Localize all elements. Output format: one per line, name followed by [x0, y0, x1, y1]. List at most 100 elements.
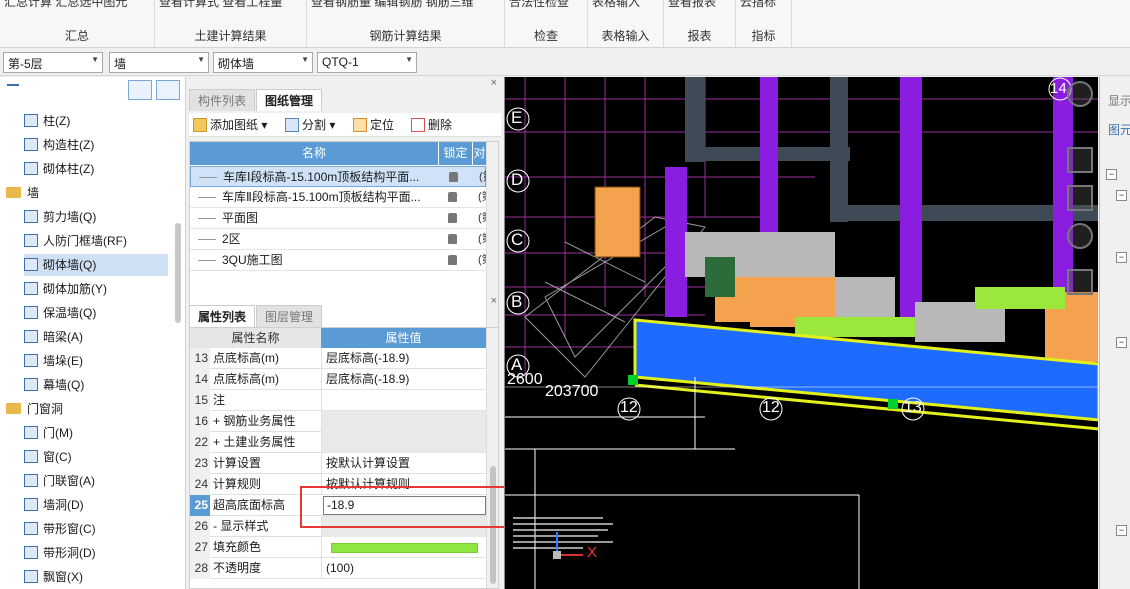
column-header-name[interactable]: 名称	[190, 142, 439, 165]
column-header-lock[interactable]: 锁定	[439, 142, 473, 165]
tree-item[interactable]: 门联窗(A)	[24, 470, 168, 492]
rotate-icon[interactable]	[1067, 223, 1093, 249]
split-button[interactable]: 分割 ▾	[285, 116, 335, 134]
property-value[interactable]: 按默认计算设置	[321, 453, 486, 474]
tree-item[interactable]: 幕墙(Q)	[24, 374, 168, 396]
collapse-all-icon[interactable]	[7, 84, 19, 86]
property-value[interactable]: 层底标高(-18.9)	[321, 348, 486, 369]
property-row[interactable]: 28 不透明度 (100)	[190, 558, 486, 579]
view-front-icon[interactable]	[1067, 147, 1093, 173]
cad-viewport[interactable]: E D C B A 2600 203700 12 12 13 14 X	[504, 77, 1098, 589]
expand-icon[interactable]: −	[1116, 190, 1127, 201]
floor-select[interactable]: 第-5层 ▼	[3, 52, 103, 73]
ribbon-group-buttons[interactable]: 查看报表	[664, 0, 735, 10]
tree-item-label: 砌体加筋(Y)	[43, 282, 107, 296]
column-header-layer[interactable]: 对	[473, 142, 487, 165]
tree-item[interactable]: 墙洞(D)	[24, 494, 168, 516]
door-icon	[24, 426, 38, 439]
tree-scrollbar[interactable]	[175, 223, 181, 323]
property-value[interactable]	[321, 390, 486, 411]
close-icon[interactable]: ×	[491, 295, 497, 307]
lock-icon[interactable]	[448, 192, 457, 202]
tree-item[interactable]: 门(M)	[24, 422, 168, 444]
ribbon-group-buttons[interactable]: 汇总计算 汇总选中图元	[0, 0, 154, 10]
property-value[interactable]: 层底标高(-18.9)	[321, 369, 486, 390]
ribbon-group-buttons[interactable]: 查看钢筋量 编辑钢筋 钢筋三维	[307, 0, 504, 10]
tree-item[interactable]: 墙	[6, 182, 176, 204]
tree-item[interactable]: 构造柱(Z)	[24, 134, 168, 156]
lock-icon[interactable]	[449, 172, 458, 182]
property-scrollbar[interactable]	[486, 328, 498, 588]
tab-element[interactable]: 图元	[1108, 121, 1130, 138]
fill-color-swatch[interactable]	[331, 543, 478, 553]
tree-item[interactable]: 砌体柱(Z)	[24, 158, 168, 180]
x-axis-label: X	[587, 544, 598, 561]
tree-item[interactable]: 柱(Z)	[24, 110, 168, 132]
add-drawing-button[interactable]: 添加图纸 ▾	[193, 116, 267, 134]
view-3d-icon[interactable]	[1067, 185, 1093, 211]
tree-item[interactable]: 门窗洞	[6, 398, 176, 420]
table-row[interactable]: 2区(第	[190, 229, 493, 250]
category-select[interactable]: 墙 ▼	[109, 52, 209, 73]
lock-icon[interactable]	[448, 255, 457, 265]
tree-item[interactable]: 剪力墙(Q)	[24, 206, 168, 228]
ribbon-group-buttons[interactable]: 表格输入	[588, 0, 663, 10]
property-row[interactable]: 16 + 钢筋业务属性	[190, 411, 486, 432]
lock-icon[interactable]	[448, 213, 457, 223]
axis-label-e: E	[511, 108, 523, 127]
grid-view-button[interactable]	[156, 80, 180, 100]
property-row[interactable]: 15 注	[190, 390, 486, 411]
element-select[interactable]: QTQ-1 ▼	[317, 52, 417, 73]
ribbon-group-index: 云指标 指标	[736, 0, 792, 48]
property-row[interactable]: 13 点底标高(m) 层底标高(-18.9)	[190, 348, 486, 369]
close-icon[interactable]: ×	[491, 77, 497, 89]
expand-icon[interactable]: −	[1116, 525, 1127, 536]
view-cube-icon[interactable]	[1067, 81, 1093, 107]
selector-bar: 第-5层 ▼ 墙 ▼ 砌体墙 ▼ QTQ-1 ▼	[0, 49, 1130, 76]
ribbon-group-buttons[interactable]: 合法性检查	[505, 0, 587, 10]
table-row[interactable]: 车库Ⅱ段标高-15.100m顶板结构平面...(第	[190, 187, 493, 208]
property-value[interactable]	[321, 411, 486, 432]
door-window-icon	[24, 474, 38, 487]
tree-line	[198, 218, 216, 220]
ribbon-group-label: 报表	[687, 29, 712, 43]
ribbon-group-buttons[interactable]: 查看计算式 查看工程量	[155, 0, 306, 10]
property-row[interactable]: 23 计算设置 按默认计算设置	[190, 453, 486, 474]
lock-icon[interactable]	[448, 234, 457, 244]
locate-button[interactable]: 定位	[353, 116, 394, 134]
tab-drawing-manage[interactable]: 图纸管理	[256, 89, 323, 111]
tree-item[interactable]: 带形洞(D)	[24, 542, 168, 564]
expand-icon[interactable]: −	[1106, 169, 1117, 180]
property-row[interactable]: 22 + 土建业务属性	[190, 432, 486, 453]
tree-item[interactable]: 窗(C)	[24, 446, 168, 468]
tab-component-list[interactable]: 构件列表	[189, 89, 256, 111]
tree-item-label: 保温墙(Q)	[43, 306, 97, 320]
layout-icon[interactable]	[1067, 269, 1093, 295]
tree-item[interactable]: 飘窗(X)	[24, 566, 168, 588]
property-row[interactable]: 14 点底标高(m) 层底标高(-18.9)	[190, 369, 486, 390]
ribbon-group-label: 钢筋计算结果	[369, 29, 442, 43]
type-select[interactable]: 砌体墙 ▼	[213, 52, 313, 73]
table-row[interactable]: 车库Ⅰ段标高-15.100m顶板结构平面...(第	[190, 166, 494, 187]
ribbon-group-buttons[interactable]: 云指标	[736, 0, 791, 10]
tree-item[interactable]: 砌体墙(Q)	[24, 254, 168, 276]
tree-item[interactable]: 带形窗(C)	[24, 518, 168, 540]
expand-icon[interactable]: −	[1116, 337, 1127, 348]
tab-property-list[interactable]: 属性列表	[189, 305, 256, 327]
expand-icon[interactable]: −	[1116, 252, 1127, 263]
tree-item[interactable]: 墙垛(E)	[24, 350, 168, 372]
tree-item[interactable]: 人防门框墙(RF)	[24, 230, 168, 252]
property-value[interactable]	[321, 432, 486, 453]
list-view-button[interactable]	[128, 80, 152, 100]
strip-opening-icon	[24, 546, 38, 559]
property-row[interactable]: 27 填充颜色	[190, 537, 486, 558]
table-row[interactable]: 3QU施工图(第	[190, 250, 493, 271]
tree-item[interactable]: 暗梁(A)	[24, 326, 168, 348]
drawing-scrollbar[interactable]	[486, 142, 498, 338]
property-value[interactable]: (100)	[321, 558, 486, 579]
tree-item[interactable]: 砌体加筋(Y)	[24, 278, 168, 300]
delete-button[interactable]: 删除	[411, 116, 452, 134]
table-row[interactable]: 平面图(第	[190, 208, 493, 229]
tab-layer-manage[interactable]: 图层管理	[256, 305, 323, 327]
tree-item[interactable]: 保温墙(Q)	[24, 302, 168, 324]
